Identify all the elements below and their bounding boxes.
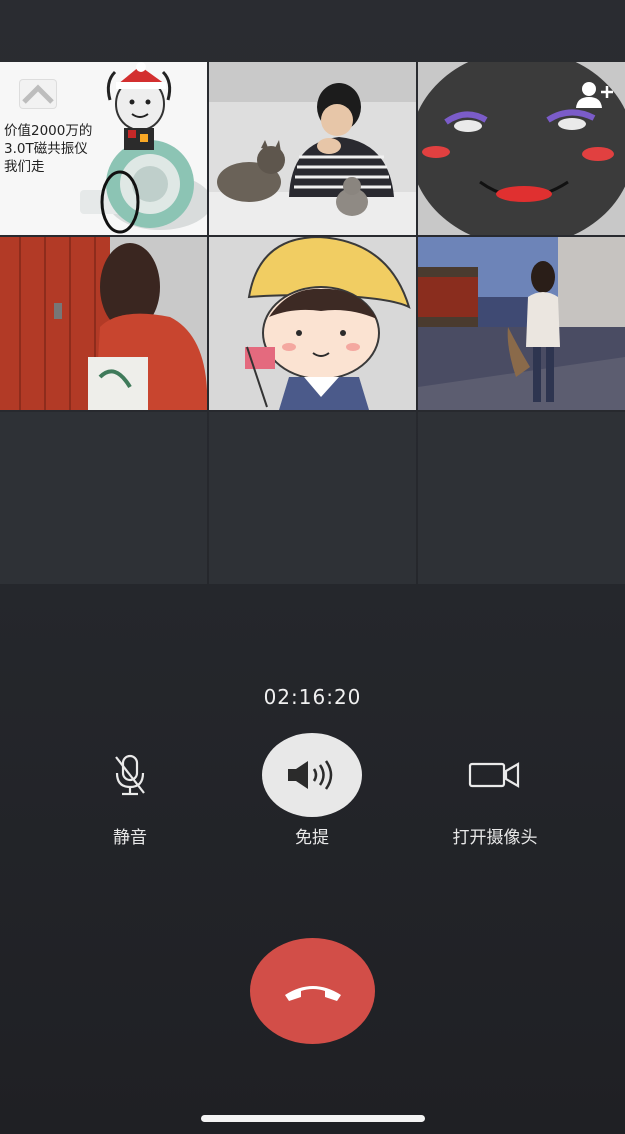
- participant-avatar-photo: [209, 62, 416, 235]
- participant-avatar-photo: [418, 237, 625, 410]
- video-camera-icon: [468, 762, 520, 788]
- empty-slot: [209, 412, 416, 584]
- participant-tile-4[interactable]: [0, 237, 207, 410]
- voice-call-screen: 价值2000万的 3.0T磁共振仪 我们走 02:16:20 静音 免提 打开摄…: [0, 0, 625, 1134]
- participant-grid: 价值2000万的 3.0T磁共振仪 我们走: [0, 62, 625, 584]
- empty-slot: [0, 412, 207, 584]
- participant-tile-3[interactable]: [418, 62, 625, 235]
- speaker-icon: [288, 760, 333, 790]
- add-member-button[interactable]: [575, 80, 615, 110]
- phone-hangup-icon: [284, 986, 341, 1001]
- home-indicator[interactable]: [201, 1115, 425, 1122]
- speaker-control[interactable]: 免提: [237, 733, 387, 848]
- call-timer: 02:16:20: [263, 685, 362, 709]
- meme-caption: 价值2000万的 3.0T磁共振仪 我们走: [4, 123, 93, 175]
- participant-tile-1[interactable]: 价值2000万的 3.0T磁共振仪 我们走: [0, 62, 207, 235]
- speaker-label: 免提: [295, 828, 329, 848]
- microphone-muted-icon: [115, 754, 145, 796]
- empty-slot: [418, 412, 625, 584]
- mute-button[interactable]: [80, 733, 180, 817]
- hangup-button[interactable]: [250, 938, 375, 1044]
- speaker-button[interactable]: [262, 733, 362, 817]
- participant-avatar-photo: [0, 237, 207, 410]
- participant-tile-6[interactable]: [418, 237, 625, 410]
- participant-tile-5[interactable]: [209, 237, 416, 410]
- add-user-icon: [576, 82, 613, 108]
- mute-label: 静音: [113, 828, 147, 848]
- mute-control[interactable]: 静音: [55, 733, 205, 848]
- camera-control[interactable]: 打开摄像头: [420, 733, 570, 848]
- participant-tile-2[interactable]: [209, 62, 416, 235]
- camera-button[interactable]: [445, 733, 545, 817]
- collapse-button[interactable]: [20, 80, 56, 108]
- camera-label: 打开摄像头: [452, 828, 538, 848]
- participant-avatar-cartoon: [209, 237, 416, 410]
- chevron-up-icon: [22, 84, 54, 104]
